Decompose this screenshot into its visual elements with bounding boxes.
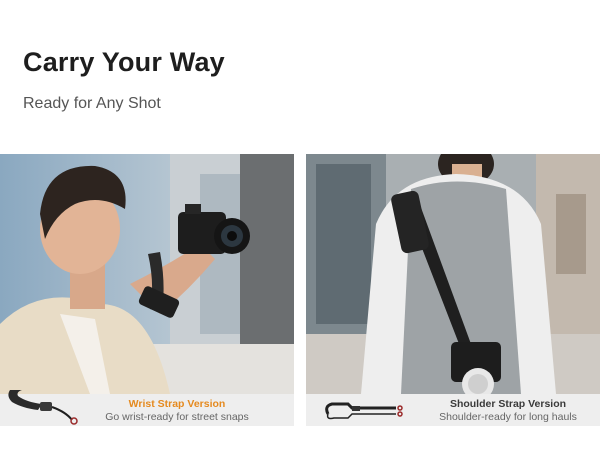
wrist-strap-title: Wrist Strap Version [128,398,226,410]
shoulder-strap-description: Shoulder-ready for long hauls [439,411,577,423]
shoulder-strap-title: Shoulder Strap Version [449,398,567,410]
wrist-strap-photo [0,154,294,394]
shoulder-strap-panel: Shoulder Strap Version Shoulder-ready fo… [306,154,600,426]
page-title: Carry Your Way [23,47,225,77]
shoulder-strap-caption: Shoulder Strap Version Shoulder-ready fo… [306,394,600,426]
wrist-strap-caption: Wrist Strap Version Go wrist-ready for s… [0,390,294,426]
shoulder-strap-photo [306,154,600,394]
page-subtitle: Ready for Any Shot [23,95,161,112]
wrist-strap-panel: Wrist Strap Version Go wrist-ready for s… [0,154,294,426]
wrist-strap-description: Go wrist-ready for street snaps [105,411,249,423]
